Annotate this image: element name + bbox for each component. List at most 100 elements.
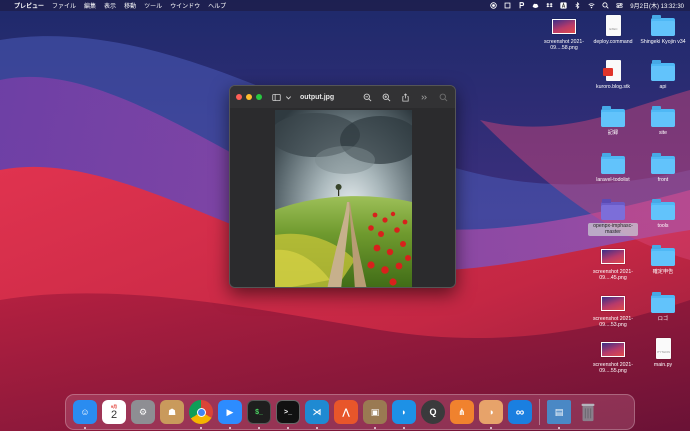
desktop-icon-screenshot-45[interactable]: screenshot 2021-09....45.png: [588, 245, 638, 282]
desktop-icon-main-py[interactable]: PYTHON main.py: [638, 338, 688, 368]
desktop-icon-label: deploy.command: [593, 39, 633, 45]
box-icon[interactable]: [504, 2, 511, 9]
folder-icon: [650, 106, 676, 128]
desktop-icon-label: 記録: [607, 130, 619, 136]
sidebar-toggle-icon[interactable]: [270, 92, 282, 102]
dock-app-calendar[interactable]: 9月 2: [101, 399, 127, 425]
dock-separator: [539, 399, 540, 425]
control-center-icon[interactable]: [616, 2, 623, 9]
dock-downloads-stack[interactable]: ▤: [546, 399, 572, 429]
dock-trash[interactable]: [575, 399, 601, 425]
search-icon[interactable]: [602, 2, 609, 9]
menu-view[interactable]: 表示: [104, 1, 116, 10]
desktop-icon-label: kuroro.blog.stk: [595, 84, 631, 90]
dock-app-preview[interactable]: ◑: [478, 399, 504, 429]
menu-edit[interactable]: 編集: [84, 1, 96, 10]
dock-app-vscode[interactable]: ⋊: [304, 399, 330, 429]
gear-icon: ⚙: [131, 400, 155, 424]
desktop-icon-screenshot-55[interactable]: screenshot 2021-09....55.png: [588, 338, 638, 375]
menu-bar: プレビュー ファイル 編集 表示 移動 ツール ウインドウ ヘルプ 9月2日(木…: [0, 0, 690, 11]
menubar-clock[interactable]: 9月2日(木) 13:32:30: [630, 1, 684, 10]
folder-icon: [650, 15, 676, 37]
desktop-icon-kakutei-shinkoku[interactable]: 確定申告: [638, 245, 688, 275]
desktop-icon-deploy-command[interactable]: EXEC deploy.command: [588, 15, 638, 45]
dock-app-zoom[interactable]: ▶: [217, 399, 243, 429]
finder-icon: ☺: [73, 400, 97, 424]
folder-icon: [600, 106, 626, 128]
archive-icon: ▣: [363, 400, 387, 424]
preview-window[interactable]: output.jpg: [229, 85, 456, 288]
dock-app-contacts[interactable]: ☗: [159, 399, 185, 425]
share-icon[interactable]: [399, 92, 411, 102]
folder-icon: [600, 199, 626, 221]
record-icon[interactable]: [490, 2, 498, 9]
image-file-icon: [600, 338, 626, 360]
dock-app-system-preferences[interactable]: ⚙: [130, 399, 156, 425]
pdf-file-icon: [600, 60, 626, 82]
folder-icon: [650, 292, 676, 314]
desktop-icon-logo[interactable]: ロゴ: [638, 292, 688, 322]
window-titlebar[interactable]: output.jpg: [230, 86, 455, 108]
dock-app-activity[interactable]: ⋀: [333, 399, 359, 425]
contacts-icon: ☗: [160, 400, 184, 424]
desktop-icon-openpx-master[interactable]: openpx-imphasc-master: [588, 199, 638, 236]
desktop-icon-label: screenshot 2021-09....53.png: [592, 316, 634, 329]
desktop-icon-kuroro-blog[interactable]: kuroro.blog.stk: [588, 60, 638, 90]
dock-app-terminal[interactable]: $_: [246, 399, 272, 429]
dock-app-docker[interactable]: ◗: [391, 399, 417, 429]
desktop-icon-label: Shingeki Kyojin v34: [640, 39, 686, 45]
desktop-icon-api[interactable]: api: [638, 60, 688, 90]
dock-app-sourcetree[interactable]: ⋔: [449, 399, 475, 425]
desktop-icon-shingeki-kyojin[interactable]: Shingeki Kyojin v34: [638, 15, 688, 45]
desktop-icon-label: ロゴ: [657, 316, 669, 322]
menu-app-name[interactable]: プレビュー: [14, 1, 44, 10]
dock: ☺ 9月 2 ⚙ ☗ ▶ $_ >_ ⋊ ⋀ ▣ ◗ Q ⋔ ◑ ∞ ▤: [65, 394, 635, 430]
iterm-icon: >_: [276, 400, 300, 424]
dock-app-infinity[interactable]: ∞: [507, 399, 533, 425]
desktop-icon-kiroku[interactable]: 記録: [588, 106, 638, 136]
menu-file[interactable]: ファイル: [52, 1, 76, 10]
wifi-icon[interactable]: [588, 2, 595, 9]
sourcetree-icon: ⋔: [450, 400, 474, 424]
menu-window[interactable]: ウインドウ: [170, 1, 200, 10]
more-tools-icon[interactable]: [418, 92, 430, 102]
menu-help[interactable]: ヘルプ: [208, 1, 226, 10]
infinity-icon: ∞: [508, 400, 532, 424]
window-title: output.jpg: [300, 93, 335, 101]
bluetooth-icon[interactable]: [574, 2, 581, 9]
image-file-icon: [600, 292, 626, 314]
dock-app-archive[interactable]: ▣: [362, 399, 388, 429]
cloud-icon[interactable]: [532, 2, 539, 9]
desktop-icon-screenshot-53[interactable]: screenshot 2021-09....53.png: [588, 292, 638, 329]
desktop-icon-tools[interactable]: tools: [638, 199, 688, 229]
desktop-icon-site[interactable]: site: [638, 106, 688, 136]
menu-go[interactable]: 移動: [124, 1, 136, 10]
zoom-out-icon[interactable]: [361, 92, 373, 102]
image-file-icon: [551, 15, 577, 37]
dock-app-chrome[interactable]: [188, 399, 214, 429]
close-button[interactable]: [236, 94, 242, 100]
menu-tools[interactable]: ツール: [144, 1, 162, 10]
desktop-icon-screenshot-58[interactable]: screenshot 2021-09....58.png: [539, 15, 589, 52]
landscape-photo: [275, 110, 412, 287]
dock-app-quicktime[interactable]: Q: [420, 399, 446, 425]
dock-app-iterm[interactable]: >_: [275, 399, 301, 429]
window-toolbar: [361, 92, 449, 102]
trash-icon: [576, 400, 600, 424]
activity-icon: ⋀: [334, 400, 358, 424]
p-icon[interactable]: [518, 2, 525, 9]
chevron-down-icon[interactable]: [282, 92, 294, 102]
image-canvas[interactable]: [230, 108, 455, 287]
zoom-in-icon[interactable]: [380, 92, 392, 102]
desktop-icon-front[interactable]: front: [638, 153, 688, 183]
dock-app-finder[interactable]: ☺: [72, 399, 98, 429]
desktop-icon-laravel-todolist[interactable]: laravel-todolist: [588, 153, 638, 183]
document-icon: PYTHON: [650, 338, 676, 360]
minimize-button[interactable]: [246, 94, 252, 100]
dropbox-icon[interactable]: [546, 2, 553, 9]
zoom-button[interactable]: [256, 94, 262, 100]
calendar-icon: 9月 2: [102, 400, 126, 424]
desktop-icon-label: api: [659, 84, 667, 90]
search-icon[interactable]: [437, 92, 449, 102]
a-icon[interactable]: [560, 2, 567, 9]
